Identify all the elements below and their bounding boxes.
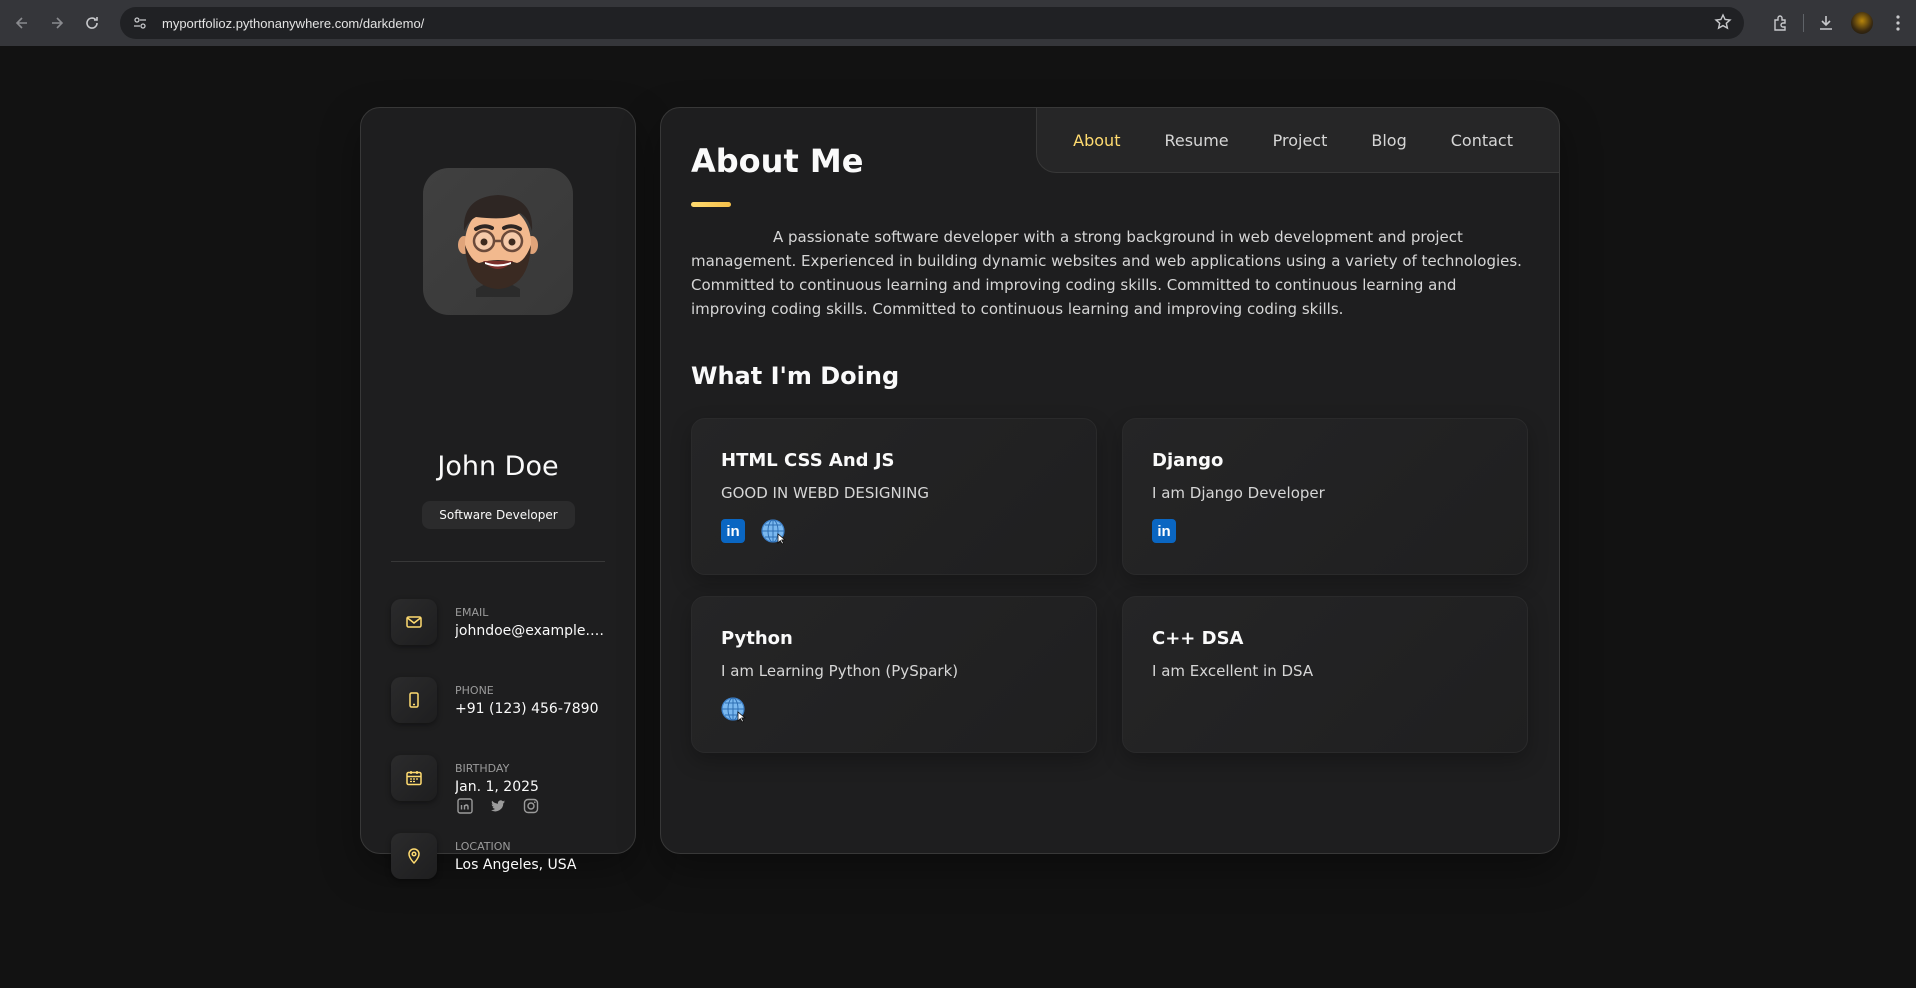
phone-link[interactable]: +91 (123) 456-7890 [455, 701, 605, 717]
birthday-value: Jan. 1, 2025 [455, 779, 539, 795]
menu-kebab-icon[interactable] [1880, 7, 1916, 39]
email-link[interactable]: johndoe@example.com [455, 623, 605, 639]
site-info-icon[interactable] [130, 13, 150, 33]
instagram-icon[interactable] [523, 798, 539, 814]
contact-title: PHONE [455, 684, 494, 697]
page-title: About Me [691, 142, 864, 180]
nav-contact[interactable]: Contact [1451, 131, 1513, 150]
service-links [721, 697, 747, 723]
nav-resume[interactable]: Resume [1164, 131, 1228, 150]
nav-blog[interactable]: Blog [1371, 131, 1406, 150]
mail-icon [391, 599, 437, 645]
about-paragraph: A passionate software developer with a s… [691, 228, 1522, 318]
forward-button[interactable] [41, 7, 73, 39]
avatar [423, 168, 573, 315]
location-value: Los Angeles, USA [455, 857, 577, 873]
service-card: C++ DSA I am Excellent in DSA [1122, 596, 1528, 753]
main-content: About Resume Project Blog Contact About … [660, 107, 1560, 854]
reload-button[interactable] [76, 7, 108, 39]
memoji-avatar-icon [458, 194, 538, 297]
contact-email: EMAIL johndoe@example.com [391, 599, 611, 645]
bookmark-star-icon[interactable] [1714, 13, 1732, 35]
linkedin-icon[interactable]: in [721, 519, 745, 543]
globe-icon[interactable] [721, 697, 747, 723]
contact-phone: PHONE +91 (123) 456-7890 [391, 677, 611, 723]
main-navbar: About Resume Project Blog Contact [1036, 107, 1560, 173]
back-button[interactable] [6, 7, 38, 39]
service-card: HTML CSS And JS GOOD IN WEBD DESIGNING i… [691, 418, 1097, 575]
service-title: Django [1152, 450, 1224, 471]
service-title: HTML CSS And JS [721, 450, 895, 471]
profile-name: John Doe [437, 451, 559, 482]
service-description: I am Learning Python (PySpark) [721, 662, 959, 680]
location-pin-icon [391, 833, 437, 879]
profile-avatar[interactable] [1844, 7, 1880, 39]
service-description: GOOD IN WEBD DESIGNING [721, 484, 929, 502]
url-text[interactable]: myportfolioz.pythonanywhere.com/darkdemo… [162, 16, 424, 31]
nav-project[interactable]: Project [1273, 131, 1328, 150]
contact-title: LOCATION [455, 840, 511, 853]
contact-title: EMAIL [455, 606, 489, 619]
toolbar-actions [1763, 7, 1916, 39]
browser-toolbar: myportfolioz.pythonanywhere.com/darkdemo… [0, 0, 1916, 46]
service-links: in [1152, 519, 1176, 543]
service-title: C++ DSA [1152, 628, 1244, 649]
calendar-icon [391, 755, 437, 801]
toolbar-divider [1803, 14, 1804, 32]
sidebar-divider [391, 561, 605, 562]
nav-about[interactable]: About [1073, 131, 1120, 150]
social-links [361, 798, 635, 814]
extensions-icon[interactable] [1763, 7, 1799, 39]
phone-icon [391, 677, 437, 723]
address-bar[interactable]: myportfolioz.pythonanywhere.com/darkdemo… [120, 7, 1744, 39]
contact-location: LOCATION Los Angeles, USA [391, 833, 611, 879]
linkedin-icon[interactable] [457, 798, 473, 814]
service-description: I am Django Developer [1152, 484, 1325, 502]
downloads-icon[interactable] [1808, 7, 1844, 39]
contact-birthday: BIRTHDAY Jan. 1, 2025 [391, 755, 611, 801]
service-card: Python I am Learning Python (PySpark) [691, 596, 1097, 753]
twitter-icon[interactable] [490, 798, 506, 814]
profile-sidebar: John Doe Software Developer EMAIL johndo… [360, 107, 636, 879]
linkedin-icon[interactable]: in [1152, 519, 1176, 543]
profile-title-badge: Software Developer [422, 501, 575, 529]
service-links: in [721, 519, 787, 545]
section-title: What I'm Doing [691, 362, 900, 390]
globe-icon[interactable] [761, 519, 787, 545]
service-description: I am Excellent in DSA [1152, 662, 1314, 680]
title-underline [691, 202, 731, 207]
contact-title: BIRTHDAY [455, 762, 510, 775]
service-card: Django I am Django Developer in [1122, 418, 1528, 575]
service-title: Python [721, 628, 793, 649]
